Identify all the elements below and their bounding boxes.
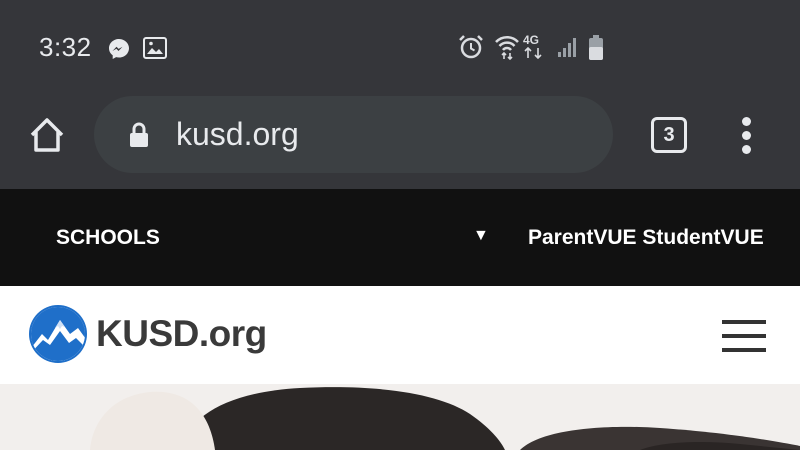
parentvue-studentvue-link[interactable]: ParentVUE StudentVUE — [528, 226, 764, 250]
signal-icon — [556, 35, 580, 64]
url-text[interactable]: kusd.org — [176, 116, 299, 153]
browser-toolbar: kusd.org 3 — [0, 95, 800, 189]
tabs-icon[interactable]: 3 — [651, 117, 687, 153]
tab-count: 3 — [663, 124, 675, 146]
site-top-nav: SCHOOLS ▼ ParentVUE StudentVUE — [0, 189, 800, 286]
wifi-icon — [494, 34, 520, 65]
schools-dropdown[interactable]: SCHOOLS — [56, 226, 160, 250]
hero-image — [0, 384, 800, 450]
site-header: KUSD.org — [0, 286, 800, 384]
status-bar: 3:32 4G — [0, 0, 800, 95]
status-time: 3:32 — [39, 32, 92, 62]
chevron-down-icon[interactable]: ▼ — [473, 227, 489, 245]
battery-icon — [588, 35, 604, 66]
alarm-icon — [458, 34, 484, 65]
more-vert-icon[interactable] — [738, 117, 754, 155]
gallery-icon — [143, 37, 167, 64]
home-icon[interactable] — [26, 114, 68, 156]
hamburger-menu-icon[interactable] — [722, 320, 766, 352]
kusd-logo-icon[interactable] — [28, 304, 88, 364]
site-logo-text[interactable]: KUSD.org — [96, 313, 267, 355]
address-bar[interactable] — [94, 96, 613, 173]
messenger-icon — [107, 37, 131, 66]
network-type: 4G — [523, 34, 545, 59]
lock-icon[interactable] — [128, 122, 150, 153]
